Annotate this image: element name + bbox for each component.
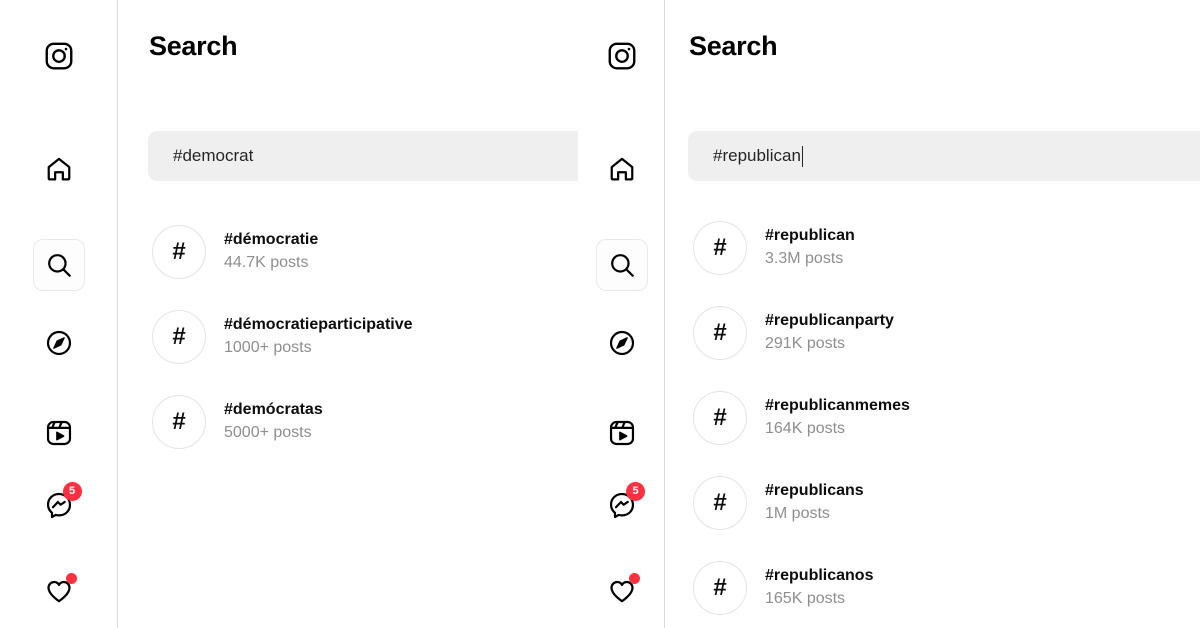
nav-item-notifications[interactable] [33,565,85,617]
hashtag-icon: # [152,394,206,449]
search-input[interactable]: #democrat [148,131,578,181]
screenshot-root: 5 Search #democrat # #démocratie 44.7K posts #… [0,0,1200,628]
search-results-list: # #démocratie 44.7K posts # #démocratieparti… [118,209,578,464]
hashtag-icon: # [693,220,747,275]
result-hashtag-name: #demócratas [224,401,323,419]
search-icon [45,251,73,279]
result-hashtag-name: #republican [765,227,855,245]
search-results-list: # #republican 3.3M posts # #republicanparty 2… [665,205,1200,628]
result-hashtag-name: #republicanos [765,567,874,585]
search-icon [608,251,636,279]
search-input[interactable]: #republican [688,131,1200,181]
search-result-item[interactable]: # #republicanos 165K posts [665,545,1200,628]
instagram-window-left: 5 Search #democrat # #démocratie 44.7K posts #… [0,0,578,628]
search-result-item[interactable]: # #republican 3.3M posts [665,205,1200,290]
result-text: #republicanparty 291K posts [765,310,894,354]
reels-icon [45,419,73,447]
result-text: #republicans 1M posts [765,480,864,524]
search-panel: Search #republican # #republican 3.3M posts #… [665,0,1200,628]
hashtag-icon: # [693,305,747,360]
result-text: #démocratie 44.7K posts [224,229,318,273]
nav-item-home[interactable] [33,143,85,195]
unread-count-badge: 5 [62,482,82,501]
nav-item-logo[interactable] [33,30,85,82]
nav-item-explore[interactable] [33,317,85,369]
result-post-count: 1M posts [765,505,830,522]
instagram-logo-icon [607,41,637,71]
result-post-count: 3.3M posts [765,250,844,267]
result-post-count: 1000+ posts [224,339,312,356]
nav-item-logo[interactable] [596,30,648,82]
search-panel: Search #democrat # #démocratie 44.7K posts # #… [118,0,578,628]
nav-sidebar: 5 [580,0,665,628]
search-result-item[interactable]: # #démocratie 44.7K posts [118,209,578,294]
nav-item-messages[interactable]: 5 [596,479,648,531]
hashtag-icon: # [152,309,206,364]
search-input-value: #democrat [173,146,254,165]
result-post-count: 44.7K posts [224,254,309,271]
result-hashtag-name: #démocratie [224,231,319,249]
hashtag-icon: # [693,560,747,615]
reels-icon [608,419,636,447]
nav-item-explore[interactable] [596,317,648,369]
result-post-count: 291K posts [765,335,846,352]
nav-item-reels[interactable] [596,407,648,459]
result-text: #republican 3.3M posts [765,225,855,269]
nav-sidebar: 5 [0,0,118,628]
text-cursor [801,145,804,167]
page-title: Search [689,31,778,61]
nav-item-search[interactable] [596,239,648,291]
result-text: #republicanos 165K posts [765,565,873,609]
nav-item-notifications[interactable] [596,565,648,617]
home-icon [45,155,73,183]
result-post-count: 5000+ posts [224,424,312,441]
hashtag-icon: # [152,224,206,279]
compass-icon [608,329,636,357]
result-post-count: 164K posts [765,420,846,437]
result-text: #republicanmemes 164K posts [765,395,910,439]
result-text: #demócratas 5000+ posts [224,399,323,443]
notification-dot-badge [629,573,640,584]
compass-icon [45,329,73,357]
nav-item-home[interactable] [596,143,648,195]
search-input-value: #republican [713,146,801,165]
result-hashtag-name: #republicanmemes [765,397,910,415]
search-result-item[interactable]: # #republicanparty 291K posts [665,290,1200,375]
unread-count-badge: 5 [626,482,645,501]
nav-item-reels[interactable] [33,407,85,459]
result-post-count: 165K posts [765,590,846,607]
hashtag-icon: # [693,390,747,445]
hashtag-icon: # [693,475,747,530]
search-result-item[interactable]: # #démocratieparticipative 1000+ posts [118,294,578,379]
search-result-item[interactable]: # #republicanmemes 164K posts [665,375,1200,460]
result-hashtag-name: #republicanparty [765,312,894,330]
nav-item-messages[interactable]: 5 [33,479,85,531]
search-result-item[interactable]: # #demócratas 5000+ posts [118,379,578,464]
nav-item-search[interactable] [32,239,85,291]
instagram-window-right: 5 Search #republican # #republican 3.3M posts… [580,0,1200,628]
result-text: #démocratieparticipative 1000+ posts [224,314,413,358]
result-hashtag-name: #démocratieparticipative [224,316,413,334]
result-hashtag-name: #republicans [765,482,864,500]
search-result-item[interactable]: # #republicans 1M posts [665,460,1200,545]
page-title: Search [149,31,238,61]
home-icon [608,155,636,183]
notification-dot-badge [65,573,77,584]
instagram-logo-icon [44,41,74,71]
